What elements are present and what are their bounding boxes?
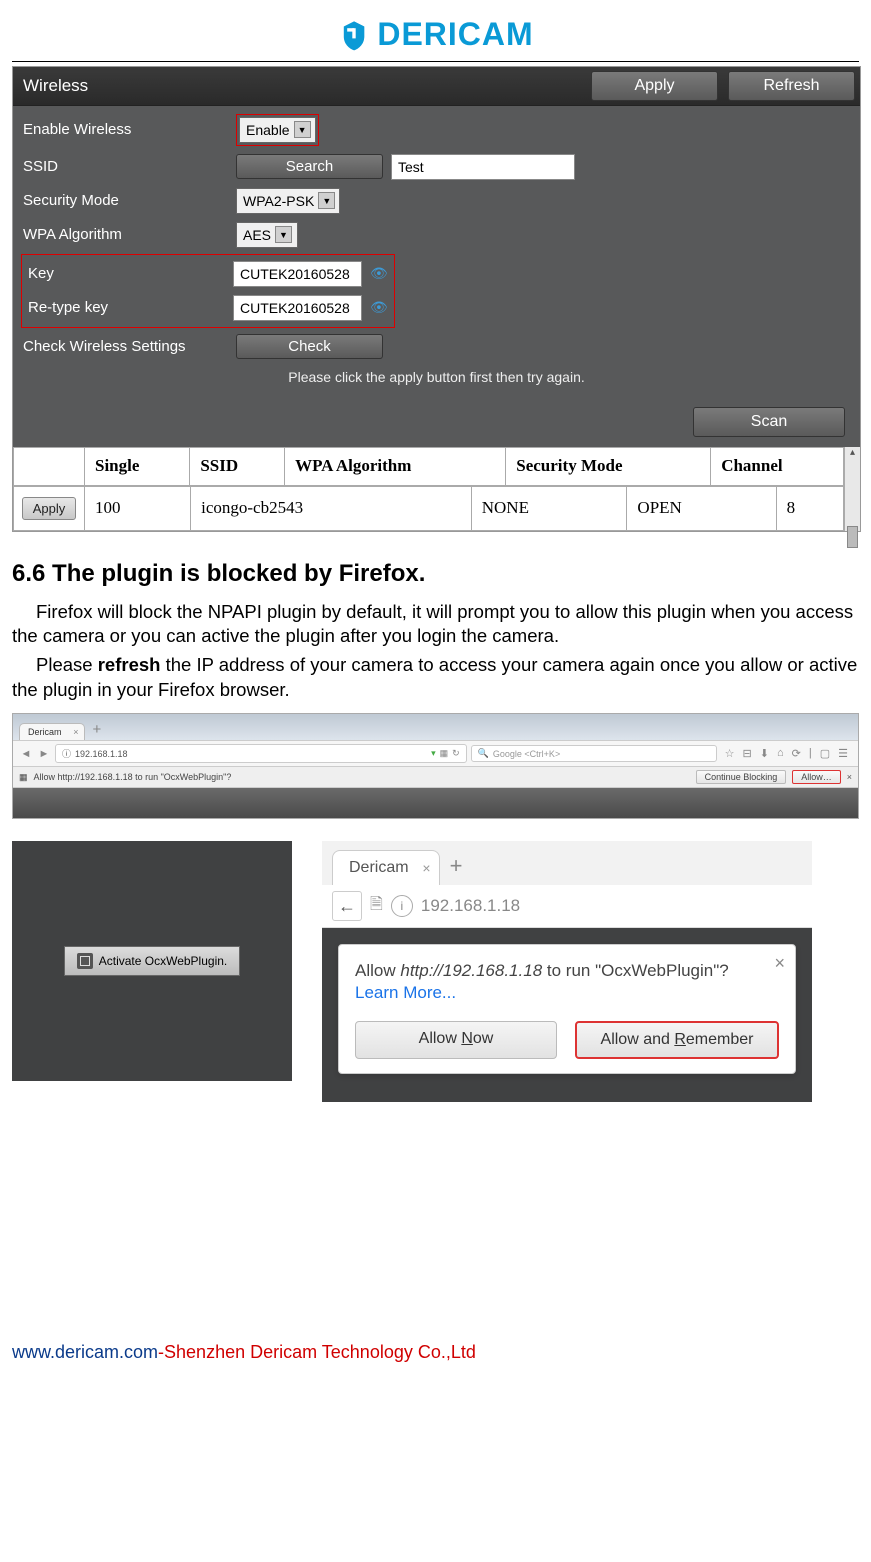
section-title: 6.6 The plugin is blocked by Firefox. bbox=[12, 560, 859, 588]
eye-icon[interactable]: 👁 bbox=[370, 265, 388, 282]
ssid-label: SSID bbox=[23, 158, 228, 175]
prompt-message: Allow http://192.168.1.18 to run "OcxWeb… bbox=[355, 961, 779, 981]
home-icon[interactable]: ⌂ bbox=[777, 747, 784, 760]
star-icon[interactable]: ☆ bbox=[725, 747, 735, 760]
list-icon[interactable]: ⊟ bbox=[743, 747, 752, 760]
firefox-window-wide: Dericam× + ◄ ► ⓘ 192.168.1.18 ▾ ▦ ↻ 🔍 Go… bbox=[12, 713, 859, 819]
plugin-icon: ▦ bbox=[19, 772, 28, 783]
wpa-algorithm-label: WPA Algorithm bbox=[23, 226, 228, 243]
security-mode-select[interactable]: WPA2-PSK ▼ bbox=[236, 188, 340, 214]
wireless-panel: Wireless Apply Refresh Enable Wireless E… bbox=[12, 66, 861, 532]
plugin-icon bbox=[77, 953, 93, 969]
continue-blocking-button[interactable]: Continue Blocking bbox=[696, 770, 787, 784]
check-wireless-label: Check Wireless Settings bbox=[23, 338, 228, 355]
firefox-window-closeup: Dericam × + ← 🗎 i 192.168.1.18 × Allow h… bbox=[322, 841, 812, 1102]
scrollbar[interactable] bbox=[844, 486, 860, 531]
allow-and-remember-button[interactable]: Allow and Remember bbox=[575, 1021, 779, 1059]
info-icon: ⓘ bbox=[62, 747, 71, 760]
brand-header: DERICAM bbox=[12, 10, 859, 61]
col-single: Single bbox=[85, 447, 190, 485]
header-rule bbox=[12, 61, 859, 62]
close-icon[interactable]: × bbox=[847, 772, 852, 782]
col-channel: Channel bbox=[711, 447, 844, 485]
row-apply-button[interactable]: Apply bbox=[22, 497, 77, 520]
hint-text: Please click the apply button first then… bbox=[13, 363, 860, 397]
plugin-permission-prompt: × Allow http://192.168.1.18 to run "OcxW… bbox=[338, 944, 796, 1074]
paragraph-2: Please refresh the IP address of your ca… bbox=[12, 653, 859, 703]
search-icon: 🔍 bbox=[478, 748, 489, 759]
page-footer: www.dericam.com-Shenzhen Dericam Technol… bbox=[12, 1342, 859, 1363]
footer-company: Shenzhen Dericam Technology Co.,Ltd bbox=[164, 1342, 476, 1362]
paragraph-1: Firefox will block the NPAPI plugin by d… bbox=[12, 600, 859, 650]
scrollbar[interactable]: ▴ bbox=[844, 447, 860, 486]
back-button[interactable]: ← bbox=[332, 891, 362, 921]
allow-now-button[interactable]: Allow Now bbox=[355, 1021, 557, 1059]
brand-logo-icon bbox=[337, 18, 371, 52]
refresh-button[interactable]: Refresh bbox=[728, 71, 855, 101]
search-button[interactable]: Search bbox=[236, 154, 383, 179]
chevron-down-icon: ▼ bbox=[275, 226, 292, 243]
enable-wireless-select[interactable]: Enable ▼ bbox=[239, 117, 316, 143]
learn-more-link[interactable]: Learn More... bbox=[355, 983, 456, 1003]
menu-icon[interactable]: ☰ bbox=[838, 747, 848, 760]
new-tab-button[interactable]: + bbox=[440, 849, 473, 885]
address-bar[interactable]: ⓘ 192.168.1.18 ▾ ▦ ↻ bbox=[55, 744, 467, 763]
forward-button[interactable]: ► bbox=[37, 747, 51, 761]
plugin-message: Allow http://192.168.1.18 to run "OcxWeb… bbox=[34, 772, 232, 782]
allow-button[interactable]: Allow… bbox=[792, 770, 841, 784]
brand-name: DERICAM bbox=[377, 16, 533, 53]
back-button[interactable]: ◄ bbox=[19, 747, 33, 761]
close-icon[interactable]: × bbox=[774, 953, 785, 974]
eye-icon[interactable]: 👁 bbox=[370, 299, 388, 316]
check-button[interactable]: Check bbox=[236, 334, 383, 359]
download-icon[interactable]: ⬇ bbox=[760, 747, 769, 760]
address-bar[interactable]: 🗎 i 192.168.1.18 bbox=[370, 893, 520, 920]
retype-key-label: Re-type key bbox=[28, 299, 225, 316]
retype-key-input[interactable] bbox=[233, 295, 362, 321]
security-mode-label: Security Mode bbox=[23, 192, 228, 209]
new-tab-button[interactable]: + bbox=[89, 721, 106, 740]
sync-icon[interactable]: ⟳ bbox=[792, 747, 801, 760]
enable-wireless-label: Enable Wireless bbox=[23, 121, 228, 138]
col-wpa: WPA Algorithm bbox=[285, 447, 506, 485]
ssid-input[interactable] bbox=[391, 154, 575, 180]
table-row: 100 icongo-cb2543 NONE OPEN 8 bbox=[85, 486, 844, 530]
key-input[interactable] bbox=[233, 261, 362, 287]
tab-dericam[interactable]: Dericam× bbox=[19, 723, 85, 740]
scan-button[interactable]: Scan bbox=[693, 407, 845, 437]
page-icon: 🗎 bbox=[370, 893, 383, 920]
search-bar[interactable]: 🔍 Google <Ctrl+K> bbox=[471, 745, 717, 762]
chevron-down-icon: ▼ bbox=[294, 121, 311, 138]
box-icon[interactable]: ▢ bbox=[820, 747, 830, 760]
apply-button[interactable]: Apply bbox=[591, 71, 718, 101]
activate-plugin-button[interactable]: Activate OcxWebPlugin. bbox=[64, 946, 241, 976]
scan-result-table: Single SSID WPA Algorithm Security Mode … bbox=[13, 447, 860, 486]
wireless-title: Wireless bbox=[13, 68, 586, 104]
close-icon[interactable]: × bbox=[422, 860, 430, 876]
col-security: Security Mode bbox=[506, 447, 711, 485]
footer-link[interactable]: www.dericam.com bbox=[12, 1342, 158, 1362]
chevron-down-icon: ▼ bbox=[318, 192, 335, 209]
shield-icon: ▾ bbox=[431, 748, 436, 759]
key-label: Key bbox=[28, 265, 225, 282]
wpa-algorithm-select[interactable]: AES ▼ bbox=[236, 222, 298, 248]
camera-view-blocked: Activate OcxWebPlugin. bbox=[12, 841, 292, 1081]
tab-dericam[interactable]: Dericam × bbox=[332, 850, 440, 885]
close-icon[interactable]: × bbox=[73, 727, 78, 737]
col-ssid: SSID bbox=[190, 447, 285, 485]
info-icon: i bbox=[391, 895, 413, 917]
